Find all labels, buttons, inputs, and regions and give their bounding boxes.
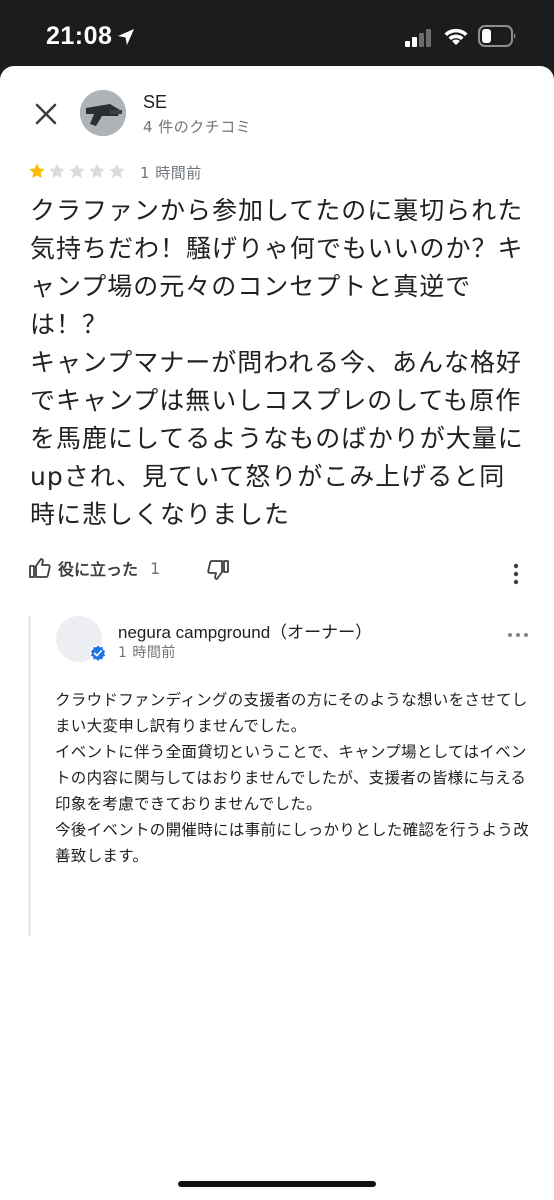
owner-response: negura campground（オーナー） 1 時間前 クラウドファンディン… bbox=[28, 616, 530, 936]
wifi-icon bbox=[444, 28, 468, 45]
thumbs-up-icon bbox=[29, 558, 51, 578]
owner-reply-text: クラウドファンディングの支援者の方にそのような想いをさせてしまい大変申し訳有りま… bbox=[55, 691, 530, 865]
review-actions: 役に立った 1 bbox=[28, 556, 528, 588]
review-more-button[interactable] bbox=[504, 562, 528, 590]
review-time: 1 時間前 bbox=[140, 164, 202, 182]
star-empty-icon bbox=[49, 163, 65, 179]
status-time: 21:08 bbox=[46, 22, 113, 50]
close-icon bbox=[35, 103, 57, 125]
owner-name: negura campground（オーナー） bbox=[118, 623, 373, 642]
star-empty-icon bbox=[109, 163, 125, 179]
battery-icon bbox=[478, 25, 516, 47]
owner-reply-time: 1 時間前 bbox=[118, 645, 176, 661]
reviewer-name[interactable]: SE bbox=[143, 92, 167, 113]
owner-more-button[interactable] bbox=[506, 626, 530, 645]
close-button[interactable] bbox=[24, 92, 68, 136]
reviewer-review-count: 4 件のクチコミ bbox=[143, 118, 252, 136]
star-rating bbox=[28, 162, 126, 180]
more-vert-icon bbox=[513, 563, 519, 585]
helpful-label: 役に立った bbox=[58, 560, 139, 579]
home-indicator[interactable] bbox=[178, 1181, 376, 1187]
signal-icon bbox=[405, 29, 431, 47]
thumbs-down-icon bbox=[207, 560, 229, 580]
more-horiz-icon bbox=[508, 633, 528, 637]
status-bar: 21:08 bbox=[0, 0, 554, 66]
review-text: クラファンから参加してたのに裏切られた気持ちだわ！騒げりゃ何でもいいのか？キャン… bbox=[30, 196, 524, 529]
helpful-count: 1 bbox=[150, 558, 161, 578]
location-arrow-icon bbox=[118, 29, 134, 45]
star-empty-icon bbox=[89, 163, 105, 179]
review-sheet: SE 4 件のクチコミ 1 時間前 クラファンから参加してたのに裏切られた気持ち… bbox=[0, 66, 554, 1200]
reviewer-avatar[interactable] bbox=[80, 90, 126, 136]
star-filled-icon bbox=[29, 163, 45, 179]
avatar-photo-icon bbox=[80, 90, 126, 136]
star-empty-icon bbox=[69, 163, 85, 179]
not-helpful-button[interactable] bbox=[206, 558, 230, 586]
verified-badge-icon bbox=[89, 644, 107, 662]
helpful-button[interactable]: 役に立った 1 bbox=[28, 556, 160, 580]
